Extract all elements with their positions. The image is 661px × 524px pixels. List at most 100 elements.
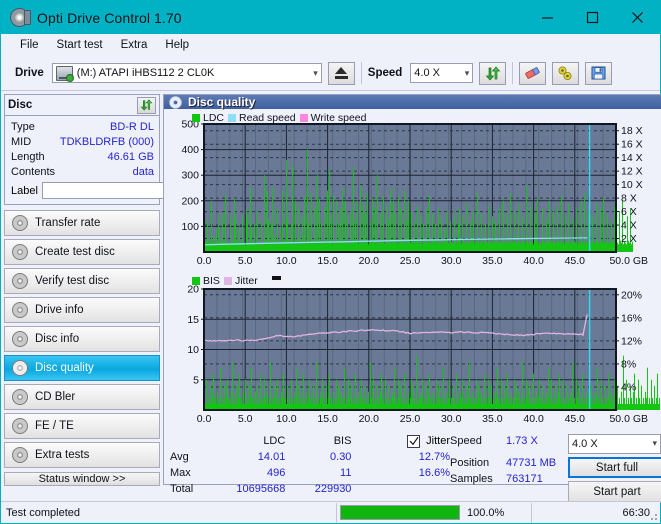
svg-text:25.0: 25.0 [400, 413, 421, 425]
samples-key: Samples [450, 473, 493, 485]
speed-value: 1.73 X [506, 435, 538, 447]
check-icon [409, 436, 419, 446]
legend-label: Read speed [239, 112, 296, 124]
run-info-text: Speed 1.73 X Position 47731 MB Samples 7… [450, 433, 568, 503]
svg-text:12%: 12% [621, 335, 642, 347]
disc-row-value: BD-R DL [109, 120, 154, 133]
drive-select[interactable]: (M:) ATAPI iHBS112 2 CL0K ▾ [51, 63, 322, 83]
results-bis-value: 0.30 [330, 451, 352, 463]
sidebar-item-label: CD Bler [35, 391, 76, 403]
sidebar-item-drive-info[interactable]: Drive info [4, 297, 160, 323]
legend-item-read-speed: Read speed [228, 112, 296, 124]
tools-button[interactable] [552, 61, 580, 85]
disc-label-key: Label [11, 184, 38, 197]
sidebar-item-create-test-disc[interactable]: Create test disc [4, 239, 160, 265]
sidebar-item-transfer-rate[interactable]: Transfer rate [4, 210, 160, 236]
minimize-icon[interactable] [525, 1, 570, 34]
disc-icon [12, 273, 28, 289]
bis-chart-wrap: BIS Jitter 5 10 15 20 4% 8% 12% 16% 20% 0.0 5.0 10.… [164, 273, 661, 431]
jitter-checkbox[interactable] [407, 434, 421, 448]
legend-swatch [223, 277, 232, 285]
eraser-icon [525, 67, 540, 79]
disc-row-length: Length 46.61 GB [11, 149, 154, 164]
svg-text:5.0: 5.0 [238, 255, 253, 267]
svg-text:5: 5 [193, 374, 199, 386]
status-text: Test completed [6, 506, 80, 519]
resize-grip[interactable] [648, 511, 658, 521]
drive-select-value: (M:) ATAPI iHBS112 2 CL0K [76, 67, 215, 79]
svg-text:20.0: 20.0 [359, 413, 380, 425]
svg-text:15.0: 15.0 [317, 413, 338, 425]
disc-row-key: MID [11, 135, 32, 148]
legend-swatch [228, 114, 237, 122]
svg-text:4%: 4% [621, 381, 636, 393]
eject-button[interactable] [327, 61, 355, 85]
progress-fill [341, 506, 459, 519]
content-header: Disc quality [164, 95, 661, 109]
maximize-icon[interactable] [570, 1, 615, 34]
svg-text:35.0: 35.0 [482, 413, 503, 425]
menu-item-help[interactable]: Help [156, 37, 198, 53]
refresh-button[interactable] [479, 61, 507, 85]
start-full-button[interactable]: Start full [568, 456, 661, 479]
svg-text:14 X: 14 X [621, 152, 643, 164]
start-part-button[interactable]: Start part [568, 481, 661, 503]
legend-swatch [299, 114, 308, 122]
sidebar-item-cd-bler[interactable]: CD Bler [4, 384, 160, 410]
status-window-button[interactable]: Status window >> [4, 472, 160, 486]
erase-button[interactable] [519, 61, 547, 85]
speed-select[interactable]: 4.0 X ▾ [410, 63, 474, 83]
sidebar-item-disc-info[interactable]: Disc info [4, 326, 160, 352]
svg-text:2 X: 2 X [621, 233, 637, 245]
sidebar-item-label: Disc quality [35, 362, 94, 374]
disc-icon [12, 302, 28, 318]
svg-text:10.0: 10.0 [276, 255, 297, 267]
main-body: Disc Type BD-R DL MID TDKBLDRFB (000) Le… [1, 91, 661, 503]
svg-text:35.0: 35.0 [482, 255, 503, 267]
legend-label: LDC [203, 112, 225, 124]
disc-row-value: 46.61 GB [107, 150, 154, 163]
bis-jitter-chart: 51015204%8%12%16%20%0.0 5.0 10.0 15.0 20.0 25… [187, 284, 661, 425]
test-speed-select[interactable]: 4.0 X ▾ [568, 434, 661, 454]
sidebar-item-verify-test-disc[interactable]: Verify test disc [4, 268, 160, 294]
svg-text:0.0: 0.0 [197, 255, 212, 267]
elapsed-time: 66:30 [622, 506, 650, 519]
menu-item-extra[interactable]: Extra [112, 37, 157, 53]
sidebar-item-label: Verify test disc [35, 275, 110, 287]
ldc-chart-legend: LDC Read speed Write speed [192, 112, 367, 124]
svg-text:300: 300 [181, 170, 199, 182]
refresh-icon [485, 65, 501, 81]
menu-item-file[interactable]: File [11, 37, 48, 53]
disc-row-value: TDKBLDRFB (000) [59, 135, 154, 148]
results-row-total: Total 10695668 229930 [170, 481, 450, 497]
content-title: Disc quality [188, 95, 256, 109]
svg-text:16%: 16% [621, 312, 642, 324]
svg-text:10.0: 10.0 [276, 413, 297, 425]
sidebar-item-disc-quality[interactable]: Disc quality [4, 355, 160, 381]
jitter-toggle[interactable]: Jitter [351, 434, 450, 448]
content-panel: Disc quality LDC Read speed Write speed … [163, 94, 661, 503]
run-controls: 4.0 X ▾ Start full Start part [568, 433, 661, 503]
disc-icon [12, 389, 28, 405]
results-jitter-value: 12.7% [418, 451, 450, 463]
save-button[interactable] [585, 61, 613, 85]
svg-text:4 X: 4 X [621, 220, 637, 232]
legend-item-ldc: LDC [192, 112, 224, 124]
app-window: Opti Drive Control 1.70 File Start test … [0, 0, 661, 524]
samples-value: 763171 [506, 473, 543, 485]
legend-item-write-speed: Write speed [299, 112, 367, 124]
disc-refresh-button[interactable] [137, 96, 156, 114]
disc-icon [12, 331, 28, 347]
svg-text:200: 200 [181, 195, 199, 207]
eject-icon [335, 67, 348, 74]
sidebar-item-extra-tests[interactable]: Extra tests [4, 442, 160, 468]
sidebar-item-fe-te[interactable]: FE / TE [4, 413, 160, 439]
window-controls [525, 1, 660, 34]
results-col-ldc: LDC [263, 435, 286, 447]
disc-row-mid: MID TDKBLDRFB (000) [11, 134, 154, 149]
menu-item-start-test[interactable]: Start test [48, 37, 112, 53]
chart-marker-icon [271, 276, 281, 280]
results-ldc-value: 496 [266, 467, 286, 479]
disc-panel: Disc Type BD-R DL MID TDKBLDRFB (000) Le… [4, 94, 246, 205]
close-icon[interactable] [615, 1, 660, 34]
